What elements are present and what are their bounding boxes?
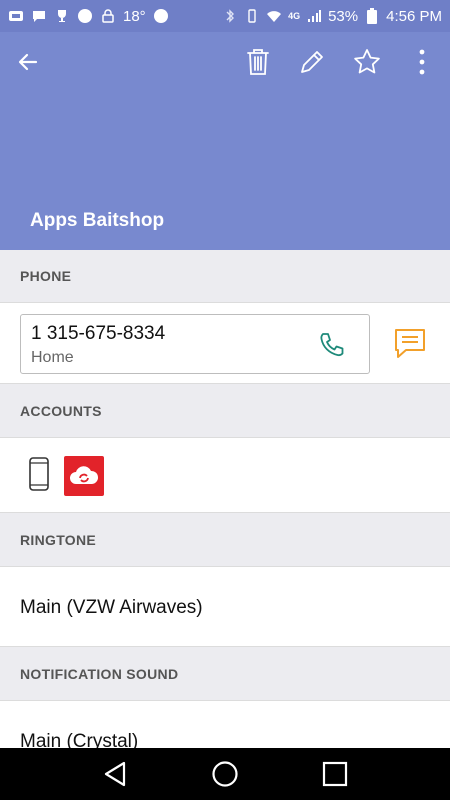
message-icon <box>395 329 425 358</box>
nav-home-button[interactable] <box>203 752 247 796</box>
contact-name: Apps Baitshop <box>30 210 165 231</box>
cloud-account-icon[interactable] <box>64 456 104 496</box>
phone-device-icon <box>29 457 49 491</box>
pencil-icon <box>301 51 323 73</box>
battery-icon <box>364 8 380 24</box>
app-badge-icon <box>153 8 169 24</box>
phone-section-label: PHONE <box>0 250 450 302</box>
ringtone-section-label: RINGTONE <box>0 513 450 566</box>
contact-header: Apps Baitshop <box>0 32 450 250</box>
cloud-sync-icon <box>70 466 99 484</box>
nav-recents-button[interactable] <box>313 752 357 796</box>
phone-icon <box>320 333 344 357</box>
phone-type: Home <box>31 349 74 366</box>
call-button[interactable] <box>315 329 347 361</box>
arrow-left-icon <box>18 53 38 71</box>
battery-percent: 53% <box>328 7 359 25</box>
message-button[interactable] <box>390 325 430 361</box>
circle-home-icon <box>212 761 238 787</box>
bluetooth-icon <box>222 8 238 24</box>
triangle-back-icon <box>104 761 126 787</box>
more-options-button[interactable] <box>400 40 444 84</box>
phone-section: 1 315-675-8334 Home <box>0 302 450 384</box>
status-bar: 18° 4G 53% 4:56 PM <box>0 0 450 32</box>
trash-icon <box>247 49 269 75</box>
favorite-button[interactable] <box>345 40 389 84</box>
lock-icon <box>100 8 116 24</box>
status-system: 4G 53% 4:56 PM <box>222 8 442 25</box>
accounts-section-label: ACCOUNTS <box>0 384 450 437</box>
chat-icon <box>31 8 47 24</box>
clock: 4:56 PM <box>386 7 442 25</box>
more-vertical-icon <box>419 49 425 75</box>
device-account-icon[interactable] <box>26 456 52 497</box>
ringtone-section[interactable]: Main (VZW Airwaves) <box>0 566 450 647</box>
ringtone-value: Main (VZW Airwaves) <box>20 597 203 618</box>
notification-badge-icon <box>8 8 24 24</box>
status-notifications: 18° <box>8 8 222 25</box>
accounts-section <box>0 437 450 513</box>
edit-button[interactable] <box>290 40 334 84</box>
nav-back-button[interactable] <box>93 752 137 796</box>
vibrate-icon <box>244 8 260 24</box>
wifi-icon <box>266 8 282 24</box>
network-type: 4G <box>288 11 301 21</box>
notification-section-label: NOTIFICATION SOUND <box>0 647 450 700</box>
star-icon <box>354 49 380 74</box>
signal-icon <box>306 8 322 24</box>
app-badge-icon <box>77 8 93 24</box>
trophy-icon <box>54 8 70 24</box>
phone-number: 1 315-675-8334 <box>31 323 166 344</box>
back-button[interactable] <box>6 40 50 84</box>
square-recents-icon <box>322 761 348 787</box>
navigation-bar <box>0 748 450 800</box>
temperature-text: 18° <box>123 7 146 25</box>
delete-button[interactable] <box>236 40 280 84</box>
phone-entry[interactable]: 1 315-675-8334 Home <box>20 314 370 374</box>
